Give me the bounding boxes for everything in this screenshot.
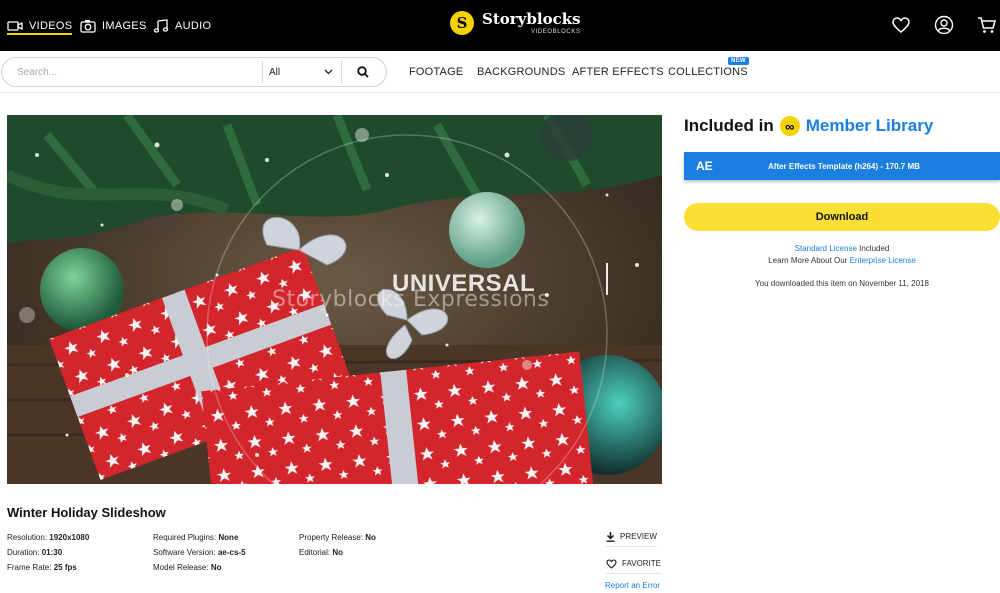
- download-arrow-icon: [606, 531, 615, 542]
- preview-label: PREVIEW: [620, 532, 657, 541]
- included-prefix: Included in: [684, 116, 774, 135]
- chevron-down-icon: [324, 69, 333, 75]
- nav-after-effects[interactable]: AFTER EFFECTS: [572, 51, 664, 93]
- favorite-label: FAVORITE: [622, 559, 661, 568]
- included-heading: Included in ∞ Member Library: [684, 116, 933, 136]
- favorite-button[interactable]: FAVORITE: [606, 556, 661, 574]
- enterprise-license-link[interactable]: Enterprise License: [850, 256, 916, 265]
- preview-button[interactable]: PREVIEW: [606, 529, 657, 547]
- meta-column-2: Required Plugins: None Software Version:…: [153, 530, 246, 575]
- meta-property-release: Property Release: No: [299, 533, 376, 542]
- music-note-icon: [153, 18, 169, 33]
- meta-column-3: Property Release: No Editorial: No: [299, 530, 376, 560]
- infinity-icon: ∞: [779, 116, 800, 136]
- search-input[interactable]: [2, 58, 262, 86]
- member-library-link[interactable]: Member Library: [806, 116, 934, 136]
- logo-subtitle: VIDEOBLOCKS: [530, 28, 581, 35]
- download-button[interactable]: Download: [684, 203, 1000, 231]
- top-bar: VIDEOS IMAGES AUDIO S Storyblocks VIDEOB…: [0, 0, 1000, 51]
- nav-footage[interactable]: FOOTAGE: [409, 51, 463, 93]
- storyblocks-logo[interactable]: S Storyblocks VIDEOBLOCKS: [450, 11, 581, 35]
- tab-images[interactable]: IMAGES: [80, 0, 147, 51]
- meta-duration: Duration: 01:30: [7, 548, 63, 557]
- new-badge: NEW: [728, 57, 749, 65]
- logo-badge: S: [450, 11, 474, 35]
- tab-audio[interactable]: AUDIO: [153, 0, 211, 51]
- tab-videos-label: VIDEOS: [29, 19, 73, 32]
- license-line: Standard License Included: [684, 244, 1000, 253]
- watermark-storyblocks: Storyblocks Expressions: [272, 287, 550, 312]
- format-code: AE: [696, 159, 713, 173]
- downloaded-note: You downloaded this item on November 11,…: [755, 279, 929, 288]
- search-filter-value: All: [269, 66, 281, 78]
- meta-column-1: Resolution: 1920x1080 Duration: 01:30 Fr…: [7, 530, 89, 575]
- search-nav-bar: All FOOTAGE BACKGROUNDS AFTER EFFECTS CO…: [0, 51, 1000, 93]
- meta-frame-rate: Frame Rate: 25 fps: [7, 563, 77, 572]
- cart-icon[interactable]: [977, 15, 997, 35]
- logo-name: Storyblocks: [482, 9, 581, 28]
- meta-editorial: Editorial: No: [299, 548, 344, 557]
- video-preview[interactable]: UNIVERSAL Storyblocks Expressions: [7, 115, 662, 484]
- meta-resolution: Resolution: 1920x1080: [7, 533, 90, 542]
- heart-icon[interactable]: [891, 15, 911, 35]
- item-title: Winter Holiday Slideshow: [7, 505, 166, 520]
- tab-images-label: IMAGES: [102, 19, 147, 32]
- standard-license-link[interactable]: Standard License: [795, 244, 857, 253]
- tab-videos[interactable]: VIDEOS: [7, 0, 73, 51]
- meta-model-release: Model Release: No: [153, 563, 222, 572]
- search-button[interactable]: [342, 58, 384, 86]
- meta-required-plugins: Required Plugins: None: [153, 533, 239, 542]
- tab-audio-label: AUDIO: [175, 19, 212, 32]
- heart-outline-icon: [606, 558, 617, 569]
- user-icon[interactable]: [934, 15, 954, 35]
- video-camera-icon: [7, 20, 23, 31]
- search-icon: [357, 66, 369, 78]
- report-error-link[interactable]: Report an Error: [605, 581, 660, 590]
- nav-backgrounds[interactable]: BACKGROUNDS: [477, 51, 565, 93]
- learn-more-text: Learn More About Our: [768, 256, 848, 265]
- search-filter-select[interactable]: All: [263, 58, 341, 86]
- photo-camera-icon: [80, 19, 96, 33]
- search-box: All: [1, 57, 387, 87]
- license-suffix: Included: [859, 244, 890, 253]
- meta-software-version: Software Version: ae-cs-5: [153, 548, 246, 557]
- format-description: After Effects Template (h264) - 170.7 MB: [768, 161, 920, 171]
- enterprise-line: Learn More About Our Enterprise License: [684, 256, 1000, 265]
- format-option-ae[interactable]: AE After Effects Template (h264) - 170.7…: [684, 152, 1000, 180]
